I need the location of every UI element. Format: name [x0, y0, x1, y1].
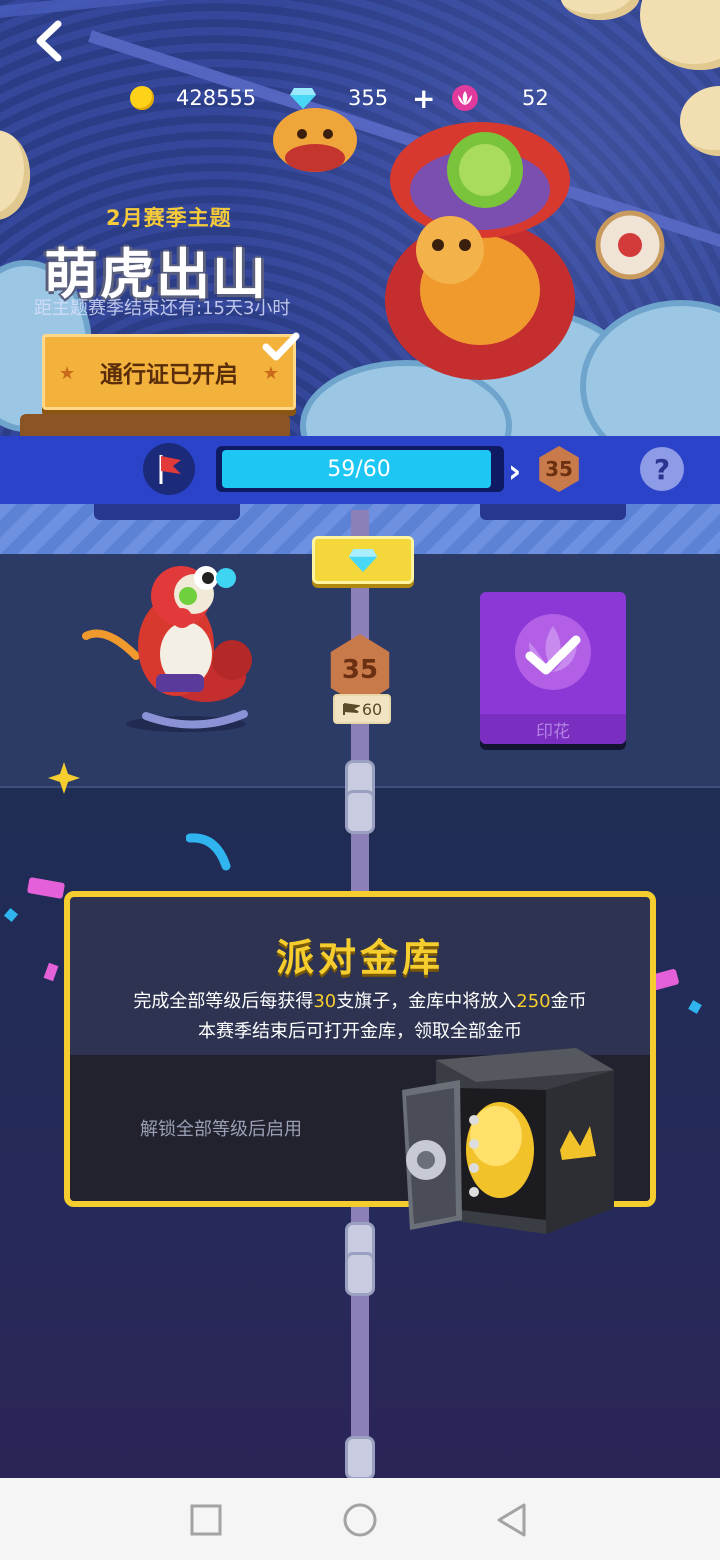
- lion-dance-tiger-illustration: [273, 108, 665, 380]
- chevron-left-icon: [36, 20, 62, 62]
- free-track-tab: [94, 504, 240, 520]
- level-requirement: 60: [333, 694, 391, 724]
- stamp-balance: 52: [452, 80, 549, 116]
- vault-description-line1: 完成全部等级后每获得30支旗子，金库中将放入250金币: [133, 991, 587, 1012]
- season-banner: 428555 355 + 52 2月赛季主题 萌虎出山 距主题赛季结束还有:15…: [0, 0, 720, 436]
- recent-apps-button[interactable]: [190, 1504, 222, 1536]
- coin-balance: 428555: [130, 80, 256, 116]
- season-subtitle: 2月赛季主题: [106, 206, 232, 230]
- star-icon: ★: [262, 363, 279, 384]
- checkmark-icon: [262, 332, 300, 361]
- flag-icon: [342, 703, 360, 715]
- system-nav-bar: [0, 1478, 720, 1560]
- sparkle-icon: [48, 762, 80, 794]
- vault-safe-icon[interactable]: [396, 1040, 622, 1240]
- help-button[interactable]: ?: [640, 447, 684, 491]
- reward-label: 印花: [480, 714, 626, 744]
- checkmark-icon: [525, 635, 581, 675]
- diamond-icon: [290, 88, 316, 109]
- pass-button-shadow: [20, 414, 290, 436]
- add-currency-button[interactable]: +: [412, 80, 435, 116]
- cloud-decoration: [0, 130, 30, 220]
- cloud-decoration: [560, 0, 640, 20]
- coin-icon: [130, 86, 154, 110]
- vault-title: 派对金库: [275, 936, 444, 980]
- tiger-rocking-horse-reward[interactable]: [76, 556, 266, 740]
- rail-chain-link: [345, 1252, 375, 1296]
- premium-marker: [312, 536, 414, 584]
- premium-track-tab: [480, 504, 626, 520]
- flag-badge: [143, 443, 195, 495]
- cloud-decoration: [680, 86, 720, 156]
- xp-progress-text: 59/60: [327, 456, 391, 482]
- season-countdown: 距主题赛季结束还有:15天3小时: [34, 298, 291, 319]
- rail-chain-link: [345, 1436, 375, 1480]
- lotus-stamp-icon: [452, 85, 478, 111]
- home-button[interactable]: [342, 1502, 378, 1538]
- gem-count: 355: [348, 86, 389, 110]
- vault-locked-text: 解锁全部等级后启用: [140, 1119, 302, 1140]
- coin-count: 428555: [176, 86, 257, 110]
- confetti-piece: [186, 833, 231, 871]
- season-pass-button[interactable]: ★ 通行证已开启 ★: [42, 332, 300, 410]
- back-nav-button[interactable]: [494, 1502, 530, 1538]
- rail-chain-link: [345, 790, 375, 834]
- red-flag-icon: [159, 455, 181, 484]
- star-icon: ★: [59, 363, 76, 384]
- season-pass-label: 通行证已开启: [100, 362, 238, 388]
- chevron-right-icon: ›: [508, 452, 522, 490]
- stamp-reward-card[interactable]: 印花: [480, 592, 626, 744]
- back-button[interactable]: [28, 18, 74, 64]
- cloud-decoration: [640, 0, 720, 70]
- gem-balance: 355: [290, 80, 388, 116]
- diamond-icon: [348, 549, 378, 572]
- stamp-count: 52: [522, 86, 549, 110]
